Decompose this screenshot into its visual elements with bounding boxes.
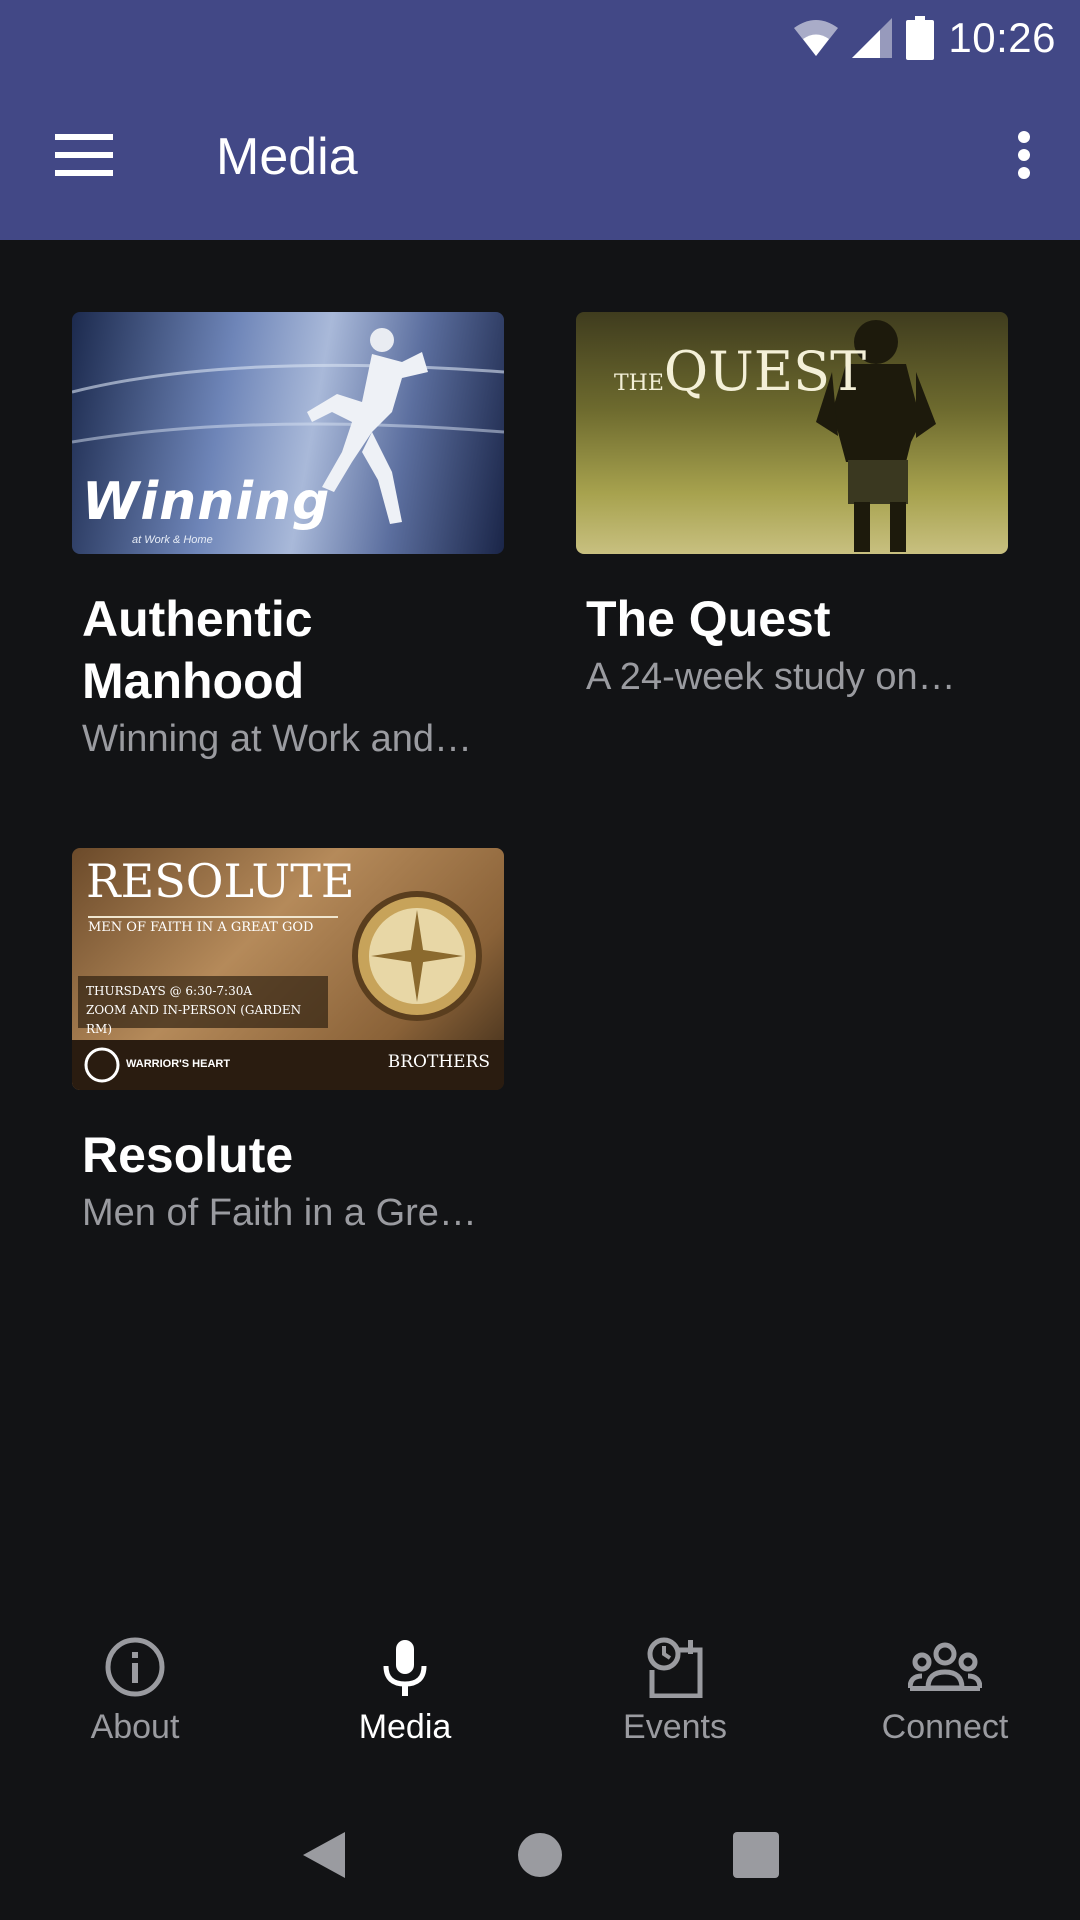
app-bar: Media <box>0 75 1080 240</box>
calendar-clock-icon <box>647 1637 703 1698</box>
status-time: 10:26 <box>948 14 1056 61</box>
nav-label: Events <box>623 1708 727 1746</box>
card-thumbnail-subtext: MEN OF FAITH IN A GREAT GOD <box>88 916 338 935</box>
card-title: Resolute <box>82 1127 294 1183</box>
card-thumbnail-wordmark: QUEST <box>663 340 867 403</box>
card-thumbnail-wordmark: Winning <box>82 472 331 532</box>
card-thumbnail-wordmark-group: THEQUEST <box>614 340 866 403</box>
nav-label: Media <box>358 1708 452 1746</box>
cell-signal-icon <box>852 18 893 58</box>
card-thumbnail-info-box: THURSDAYS @ 6:30-7:30A ZOOM AND IN-PERSO… <box>78 976 328 1036</box>
page-title: Media <box>216 128 358 186</box>
battery-icon <box>906 16 935 60</box>
menu-button[interactable] <box>40 119 128 191</box>
card-thumbnail-wordmark: RESOLUTE <box>86 854 355 908</box>
microphone-icon <box>383 1640 427 1696</box>
wifi-icon <box>794 20 839 56</box>
system-navigation-bar <box>0 1790 1080 1920</box>
status-bar: 10:26 <box>0 0 1080 75</box>
status-icons: 10:26 <box>794 12 1056 64</box>
nav-item-events[interactable]: Events <box>540 1600 810 1770</box>
media-card-resolute[interactable]: RESOLUTE MEN OF FAITH IN A GREAT GOD THU… <box>72 848 504 1235</box>
nav-item-media[interactable]: Media <box>270 1600 540 1770</box>
card-thumbnail-subtext: at Work & Home <box>132 534 213 546</box>
more-vert-icon <box>1018 131 1030 179</box>
card-thumbnail-location: ZOOM AND IN-PERSON (GARDEN RM) <box>86 1003 302 1036</box>
back-icon[interactable] <box>301 1830 347 1880</box>
people-icon <box>908 1642 982 1691</box>
hamburger-icon <box>55 134 113 176</box>
card-thumbnail: Winning at Work & Home <box>72 312 504 554</box>
card-thumbnail: THEQUEST <box>576 312 1008 554</box>
card-thumbnail-schedule: THURSDAYS @ 6:30-7:30A <box>86 984 253 998</box>
media-card-authentic-manhood[interactable]: Winning at Work & Home Authentic Manhood… <box>72 312 504 761</box>
recents-icon[interactable] <box>733 1832 779 1878</box>
media-card-the-quest[interactable]: THEQUEST The Quest A 24-week study on… <box>576 312 1008 699</box>
card-subtitle: Winning at Work and… <box>82 718 473 760</box>
nav-item-connect[interactable]: Connect <box>810 1600 1080 1770</box>
nav-label: Connect <box>881 1708 1009 1746</box>
card-title: The Quest <box>586 591 831 647</box>
info-icon <box>105 1637 165 1697</box>
nav-label: About <box>90 1708 180 1746</box>
card-thumbnail-footer-left: WARRIOR'S HEART <box>126 1058 231 1070</box>
card-thumbnail-footer-right: BROTHERS <box>387 1052 490 1072</box>
bottom-navigation: About Media Events Connect <box>0 1600 1080 1770</box>
card-thumbnail: RESOLUTE MEN OF FAITH IN A GREAT GOD THU… <box>72 848 504 1090</box>
home-icon[interactable] <box>517 1832 563 1878</box>
card-thumbnail-small-word: THE <box>614 371 664 396</box>
overflow-menu-button[interactable] <box>988 119 1060 191</box>
card-subtitle: A 24-week study on… <box>586 656 956 698</box>
card-title: Authentic Manhood <box>82 591 313 709</box>
nav-item-about[interactable]: About <box>0 1600 270 1770</box>
card-subtitle: Men of Faith in a Gre… <box>82 1192 477 1234</box>
